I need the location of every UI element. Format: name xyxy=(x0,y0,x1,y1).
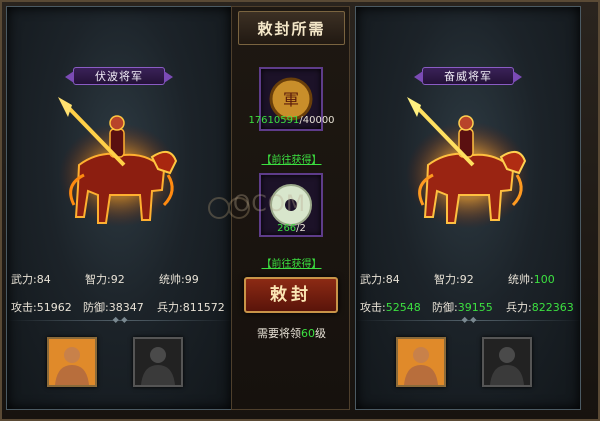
stat-gongji: 攻击:51962 xyxy=(11,301,72,314)
stat-wuli: 武力:84 xyxy=(11,273,51,286)
shadow-warrior-portrait-icon xyxy=(135,339,181,385)
stat-tongshuai: 统帅:99 xyxy=(159,273,199,286)
stat-fangyu: 防御:38347 xyxy=(83,301,144,314)
divider-ornament-icon: ◆ ◆ xyxy=(112,315,128,324)
warrior-portrait-icon xyxy=(49,339,95,385)
stat-zhili: 智力:92 xyxy=(434,273,474,286)
svg-text:軍: 軍 xyxy=(283,90,299,109)
stat-wuli: 武力:84 xyxy=(360,273,400,286)
stat-gongji: 攻击:52548 xyxy=(360,301,421,314)
jade-disc-count: 266/2 xyxy=(277,223,306,234)
general-portrait-shadow[interactable] xyxy=(482,337,532,387)
watermark-text: OCOM xyxy=(233,192,306,217)
shadow-warrior-portrait-icon xyxy=(484,339,530,385)
stat-bingli: 兵力:822363 xyxy=(506,301,574,314)
current-title-badge: 伏波将军 xyxy=(65,67,173,85)
stat-tongshuai: 统帅:100 xyxy=(508,273,555,286)
military-seal-count: 17610591/40000 xyxy=(248,115,335,126)
level-requirement: 需要将领60级 xyxy=(257,327,326,340)
goto-obtain-link-1[interactable]: 【前往获得】 xyxy=(232,151,351,166)
stat-fangyu: 防御:39155 xyxy=(432,301,493,314)
stat-zhili: 智力:92 xyxy=(85,273,125,286)
divider-ornament-icon: ◆ ◆ xyxy=(461,315,477,324)
next-title-panel: 奋威将军 武力:84 智力:92 统帅:100 攻击:52548 防御:3915… xyxy=(355,6,582,410)
general-portrait-warrior[interactable] xyxy=(47,337,97,387)
seal-button[interactable]: 敕封 xyxy=(244,277,338,313)
goto-obtain-link-2[interactable]: 【前往获得】 xyxy=(232,255,351,270)
requirements-title: 敕封所需 xyxy=(238,11,345,45)
next-title-badge: 奋威将军 xyxy=(414,67,522,85)
current-title-panel: 伏波将军 武力:84 智力:92 统帅:99 攻击:51962 防御:38347… xyxy=(6,6,233,410)
warrior-portrait-icon xyxy=(398,339,444,385)
stat-bingli: 兵力:811572 xyxy=(157,301,225,314)
general-portrait-warrior[interactable] xyxy=(396,337,446,387)
fire-horse-rider-upgraded-icon xyxy=(406,97,530,229)
general-portrait-shadow[interactable] xyxy=(133,337,183,387)
fire-horse-rider-icon xyxy=(58,97,179,227)
